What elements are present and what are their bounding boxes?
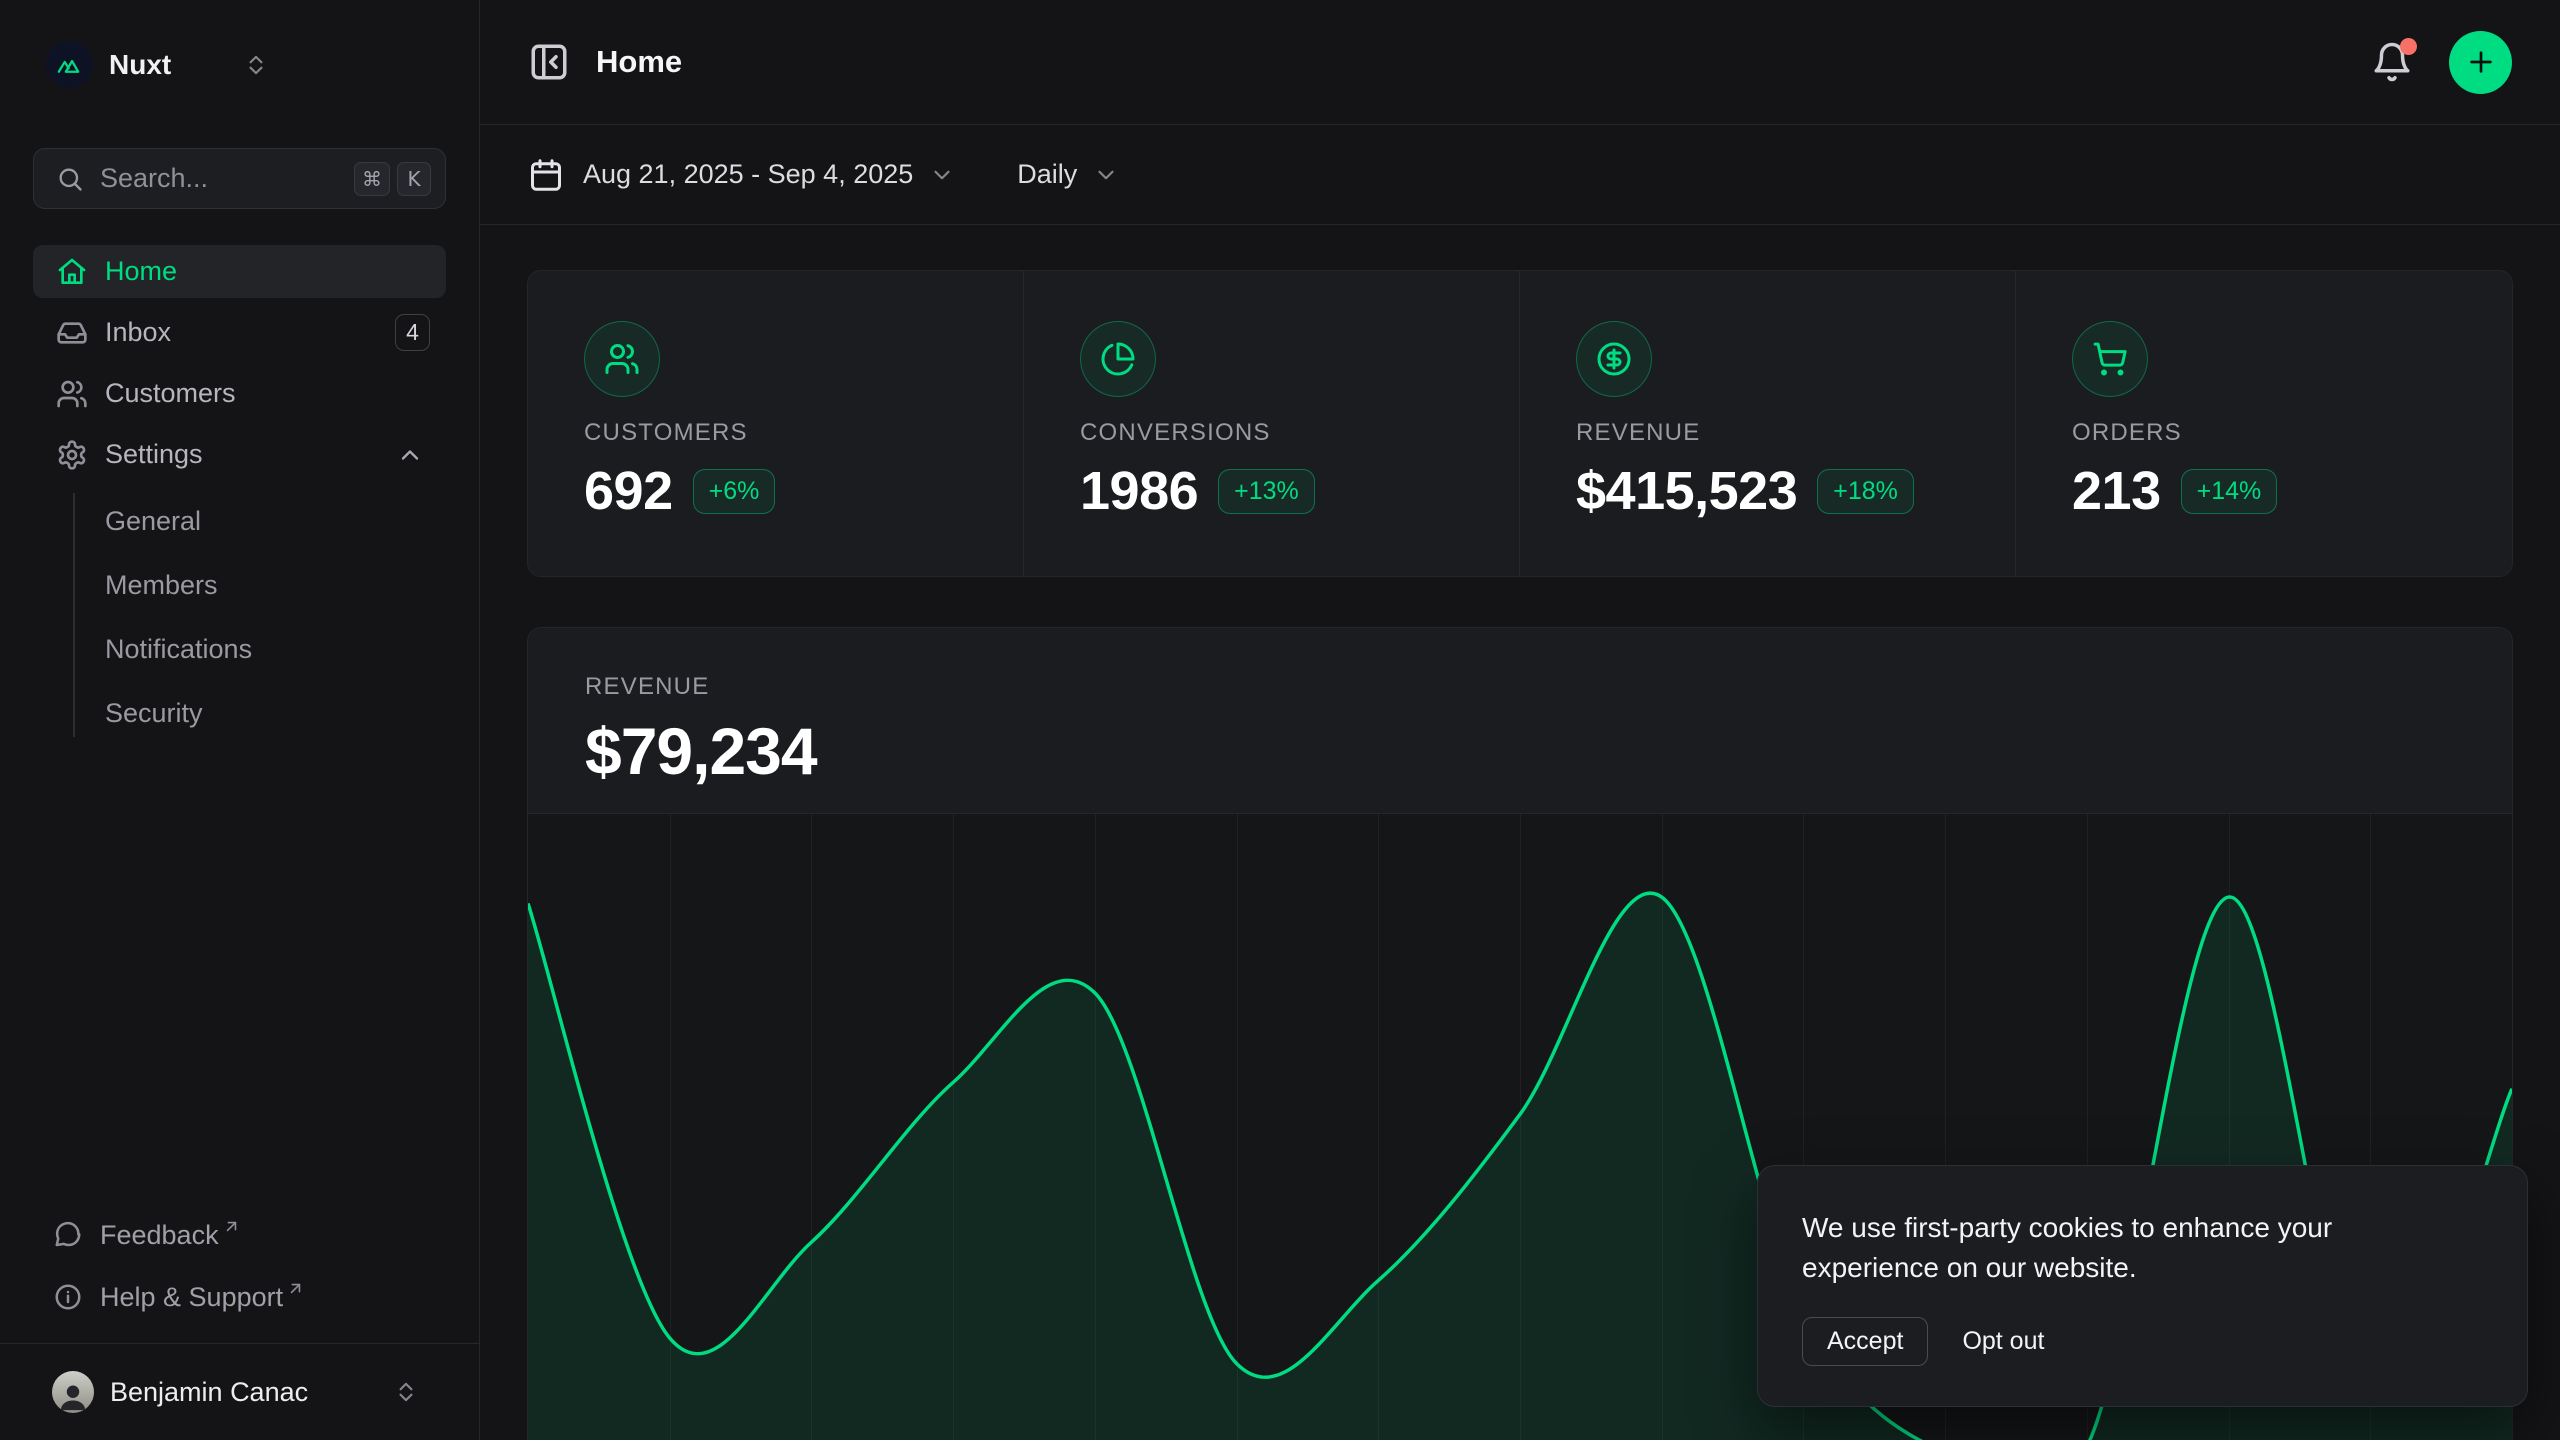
dollar-icon (1576, 321, 1652, 397)
kbd-command: ⌘ (354, 162, 390, 196)
opt-out-button[interactable]: Opt out (1958, 1318, 2048, 1365)
search-shortcut: ⌘ K (354, 162, 431, 196)
search-input[interactable]: Search... ⌘ K (33, 148, 446, 209)
stat-value: $415,523 (1576, 460, 1797, 522)
inbox-icon (56, 317, 88, 349)
sidebar-item-inbox[interactable]: Inbox 4 (33, 306, 446, 359)
home-icon (56, 256, 88, 288)
kbd-k: K (397, 162, 431, 196)
notification-dot (2400, 38, 2417, 55)
workspace-switcher[interactable]: Nuxt (33, 36, 446, 93)
stat-value: 692 (584, 460, 673, 522)
notifications-button[interactable] (2371, 41, 2413, 83)
plus-icon (2465, 46, 2497, 78)
user-name: Benjamin Canac (110, 1377, 308, 1408)
chevron-down-icon (1093, 162, 1119, 188)
calendar-icon (528, 157, 564, 193)
user-menu[interactable]: Benjamin Canac (0, 1343, 479, 1440)
gear-icon (56, 439, 88, 471)
chat-bubble-icon (53, 1220, 83, 1250)
external-link-icon (222, 1217, 241, 1236)
search-icon (56, 165, 84, 193)
filterbar: Aug 21, 2025 - Sep 4, 2025 Daily (480, 125, 2560, 225)
sidebar-subitem-general[interactable]: General (105, 489, 446, 553)
sidebar-footer: Feedback Help & Support Benjamin Canac (0, 1207, 479, 1440)
stat-label: CONVERSIONS (1080, 419, 1463, 447)
sidebar-item-customers[interactable]: Customers (33, 367, 446, 420)
stat-value: 1986 (1080, 460, 1198, 522)
info-circle-icon (53, 1282, 83, 1312)
stat-label: CUSTOMERS (584, 419, 967, 447)
panel-left-close-icon (528, 41, 570, 83)
stat-delta-badge: +14% (2181, 469, 2278, 514)
sidebar-subitem-members[interactable]: Members (105, 553, 446, 617)
date-range-picker[interactable]: Aug 21, 2025 - Sep 4, 2025 (528, 157, 955, 193)
sidebar-item-home[interactable]: Home (33, 245, 446, 298)
granularity-select[interactable]: Daily (1017, 159, 1119, 190)
page-title: Home (596, 44, 682, 80)
cookie-message: We use first-party cookies to enhance yo… (1802, 1208, 2442, 1289)
users-icon (584, 321, 660, 397)
chevron-down-icon (929, 162, 955, 188)
cart-icon (2072, 321, 2148, 397)
pie-icon (1080, 321, 1156, 397)
sidebar-nav: Home Inbox 4 Customers Settings GeneralM… (33, 245, 446, 753)
sidebar-subitem-notifications[interactable]: Notifications (105, 617, 446, 681)
chevron-up-down-icon (243, 52, 269, 78)
cookie-banner: We use first-party cookies to enhance yo… (1757, 1165, 2528, 1407)
revenue-chart-label: REVENUE (585, 673, 2455, 701)
sidebar: Nuxt Search... ⌘ K Home Inbox 4 (0, 0, 480, 1440)
stat-value: 213 (2072, 460, 2161, 522)
stat-card-conversions: CONVERSIONS 1986 +13% (1024, 271, 1520, 576)
stats-cards: CUSTOMERS 692 +6% CONVERSIONS 1986 +13% REVENU… (527, 270, 2513, 577)
stat-label: REVENUE (1576, 419, 1959, 447)
settings-submenu: GeneralMembersNotificationsSecurity (33, 489, 446, 745)
accept-button[interactable]: Accept (1802, 1317, 1928, 1366)
stat-card-customers: CUSTOMERS 692 +6% (528, 271, 1024, 576)
stat-delta-badge: +13% (1218, 469, 1315, 514)
stat-delta-badge: +18% (1817, 469, 1914, 514)
sidebar-subitem-security[interactable]: Security (105, 681, 446, 745)
stat-delta-badge: +6% (693, 469, 776, 514)
avatar (52, 1371, 94, 1413)
stat-card-orders: ORDERS 213 +14% (2016, 271, 2512, 576)
sidebar-item-settings[interactable]: Settings (33, 428, 446, 481)
inbox-count-badge: 4 (395, 314, 430, 351)
search-placeholder: Search... (100, 163, 208, 194)
chevron-up-down-icon (393, 1379, 419, 1405)
external-link-icon (286, 1279, 305, 1298)
users-icon (56, 378, 88, 410)
sidebar-collapse-button[interactable] (528, 41, 570, 83)
stat-card-revenue: REVENUE $415,523 +18% (1520, 271, 2016, 576)
chevron-up-icon (396, 441, 424, 469)
feedback-link[interactable]: Feedback (33, 1207, 446, 1263)
help-support-link[interactable]: Help & Support (33, 1269, 446, 1325)
revenue-chart-value: $79,234 (585, 713, 2455, 789)
stat-label: ORDERS (2072, 419, 2456, 447)
add-button[interactable] (2449, 31, 2512, 94)
topbar: Home (480, 0, 2560, 125)
workspace-name: Nuxt (109, 49, 171, 81)
nuxt-logo-icon (46, 41, 93, 88)
